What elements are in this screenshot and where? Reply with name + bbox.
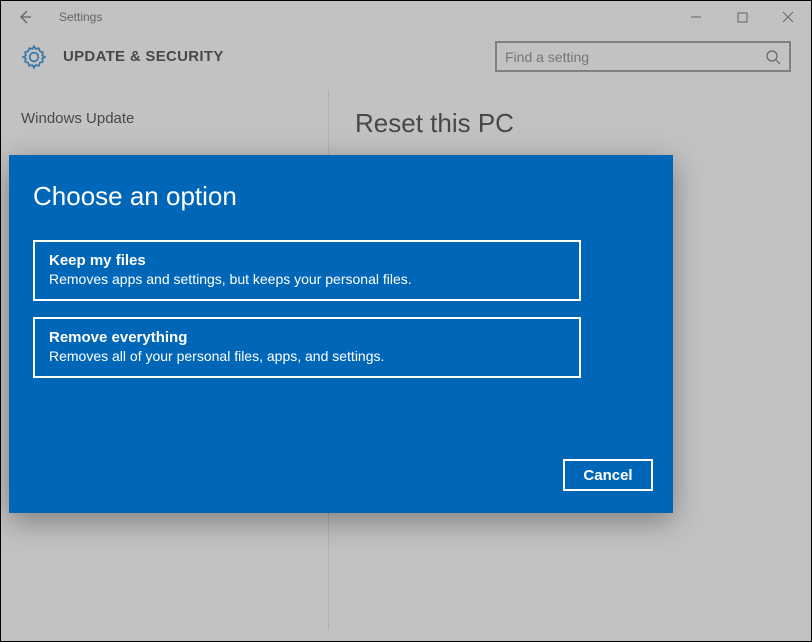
option-title: Keep my files (49, 252, 565, 269)
option-keep-my-files[interactable]: Keep my files Removes apps and settings,… (33, 240, 581, 301)
option-desc: Removes all of your personal files, apps… (49, 348, 565, 364)
option-desc: Removes apps and settings, but keeps you… (49, 271, 565, 287)
settings-window: Settings UPDATE & SECURITY Windows Updat… (0, 0, 812, 642)
dialog-title: Choose an option (33, 181, 653, 212)
option-title: Remove everything (49, 329, 565, 346)
choose-option-dialog: Choose an option Keep my files Removes a… (9, 155, 673, 513)
option-remove-everything[interactable]: Remove everything Removes all of your pe… (33, 317, 581, 378)
cancel-button[interactable]: Cancel (563, 459, 653, 491)
